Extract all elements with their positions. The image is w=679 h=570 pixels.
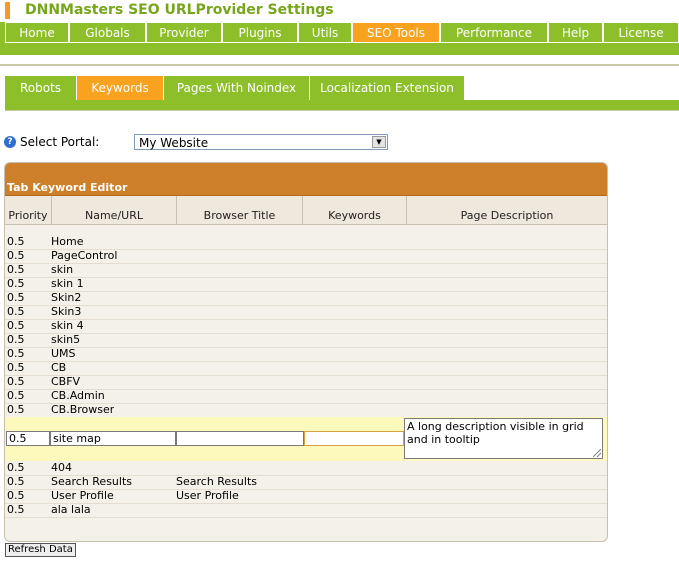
tab-localization-extension[interactable]: Localization Extension <box>310 76 465 100</box>
cell-name-url: User Profile <box>51 489 114 502</box>
table-row[interactable]: 0.5 ala lala <box>5 503 607 518</box>
main-menu: Home Globals Provider Plugins Utils SEO … <box>0 22 679 66</box>
cell-name-url: Skin2 <box>51 291 82 304</box>
cell-priority: 0.5 <box>7 249 25 262</box>
cell-priority: 0.5 <box>7 347 25 360</box>
title-accent-bar <box>5 2 10 19</box>
table-row[interactable]: 0.5 404 <box>5 461 607 476</box>
table-row[interactable]: 0.5 skin5 <box>5 333 607 348</box>
cell-name-url: CB.Browser <box>51 403 115 416</box>
cell-name-url: 404 <box>51 461 72 474</box>
table-row[interactable]: 0.5 Skin3 <box>5 305 607 320</box>
cell-priority: 0.5 <box>7 475 25 488</box>
cell-priority: 0.5 <box>7 263 25 276</box>
cell-priority: 0.5 <box>7 305 25 318</box>
cell-priority: 0.5 <box>7 461 25 474</box>
menu-item-home[interactable]: Home <box>5 22 69 43</box>
cell-priority: 0.5 <box>7 403 25 416</box>
portal-label: Select Portal: <box>20 135 100 149</box>
cell-name-url: PageControl <box>51 249 118 262</box>
cell-name-url: CBFV <box>51 375 81 388</box>
page-description-text: A long description visible in grid and i… <box>407 420 584 446</box>
column-header-browser-title[interactable]: Browser Title <box>177 196 303 224</box>
menu-item-help[interactable]: Help <box>548 22 603 43</box>
cell-name-url: UMS <box>51 347 76 360</box>
table-row[interactable]: 0.5 Home <box>5 235 607 250</box>
page-description-textarea[interactable]: A long description visible in grid and i… <box>404 418 603 459</box>
cell-name-url: skin <box>51 263 74 276</box>
resize-grip-icon[interactable] <box>593 449 601 457</box>
grid-column-headers: Priority Name/URL Browser Title Keywords… <box>5 196 607 225</box>
tab-keywords[interactable]: Keywords <box>77 76 164 100</box>
tab-pages-with-noindex[interactable]: Pages With Noindex <box>164 76 310 100</box>
grid-header: Tab Keyword Editor <box>5 163 607 196</box>
table-row[interactable]: 0.5 Skin2 <box>5 291 607 306</box>
name-url-input[interactable]: site map <box>50 431 176 446</box>
table-row[interactable]: 0.5 CBFV <box>5 375 607 390</box>
cell-priority: 0.5 <box>7 375 25 388</box>
cell-browser-title: Search Results <box>176 475 258 488</box>
table-row[interactable]: 0.5 skin 4 <box>5 319 607 334</box>
cell-priority: 0.5 <box>7 333 25 346</box>
table-row[interactable]: 0.5 Search Results Search Results <box>5 475 607 490</box>
cell-priority: 0.5 <box>7 235 25 248</box>
table-row[interactable]: 0.5 UMS <box>5 347 607 362</box>
column-header-name-url[interactable]: Name/URL <box>52 196 177 224</box>
column-header-keywords[interactable]: Keywords <box>303 196 407 224</box>
grid-edit-row: 0.5 site map A long description visible … <box>5 417 607 461</box>
cell-priority: 0.5 <box>7 277 25 290</box>
title-bar: DNNMasters SEO URLProvider Settings <box>0 0 679 22</box>
table-row[interactable]: 0.5 PageControl <box>5 249 607 264</box>
cell-priority: 0.5 <box>7 489 25 502</box>
browser-title-input[interactable] <box>176 431 304 446</box>
page-title: DNNMasters SEO URLProvider Settings <box>25 2 334 18</box>
portal-select-value: My Website <box>139 136 209 150</box>
cell-name-url: skin 1 <box>51 277 84 290</box>
sub-menu: Robots Keywords Pages With Noindex Local… <box>0 76 679 111</box>
menu-item-plugins[interactable]: Plugins <box>222 22 298 43</box>
cell-browser-title: User Profile <box>176 489 239 502</box>
tab-keyword-editor-grid: Tab Keyword Editor Priority Name/URL Bro… <box>4 162 608 542</box>
menu-item-performance[interactable]: Performance <box>440 22 548 43</box>
menu-item-license[interactable]: License <box>603 22 679 43</box>
table-row[interactable]: 0.5 User Profile User Profile <box>5 489 607 504</box>
priority-input[interactable]: 0.5 <box>6 431 50 446</box>
menu-item-utils[interactable]: Utils <box>298 22 352 43</box>
table-row[interactable]: 0.5 CB <box>5 361 607 376</box>
chevron-down-icon[interactable]: ▼ <box>372 136 386 148</box>
menu-item-seo-tools[interactable]: SEO Tools <box>352 22 440 43</box>
refresh-data-button[interactable]: Refresh Data <box>5 543 76 557</box>
portal-select[interactable]: My Website ▼ <box>134 134 388 150</box>
cell-name-url: skin5 <box>51 333 81 346</box>
cell-name-url: skin 4 <box>51 319 84 332</box>
cell-priority: 0.5 <box>7 389 25 402</box>
menu-item-globals[interactable]: Globals <box>69 22 146 43</box>
cell-priority: 0.5 <box>7 319 25 332</box>
cell-name-url: ala lala <box>51 503 91 516</box>
cell-priority: 0.5 <box>7 503 25 516</box>
table-row[interactable]: 0.5 CB.Browser <box>5 403 607 418</box>
help-icon[interactable]: ? <box>4 136 16 148</box>
table-row[interactable]: 0.5 skin 1 <box>5 277 607 292</box>
cell-priority: 0.5 <box>7 291 25 304</box>
menu-item-provider[interactable]: Provider <box>146 22 222 43</box>
cell-name-url: CB.Admin <box>51 389 105 402</box>
keywords-input[interactable] <box>304 431 404 446</box>
table-row[interactable]: 0.5 CB.Admin <box>5 389 607 404</box>
table-row[interactable]: 0.5 skin <box>5 263 607 278</box>
cell-name-url: Home <box>51 235 84 248</box>
cell-name-url: CB <box>51 361 67 374</box>
column-header-priority[interactable]: Priority <box>5 196 52 224</box>
cell-name-url: Search Results <box>51 475 133 488</box>
cell-priority: 0.5 <box>7 361 25 374</box>
column-header-page-description[interactable]: Page Description <box>407 196 607 224</box>
tab-robots[interactable]: Robots <box>5 76 77 100</box>
cell-name-url: Skin3 <box>51 305 82 318</box>
grid-title: Tab Keyword Editor <box>7 181 128 194</box>
